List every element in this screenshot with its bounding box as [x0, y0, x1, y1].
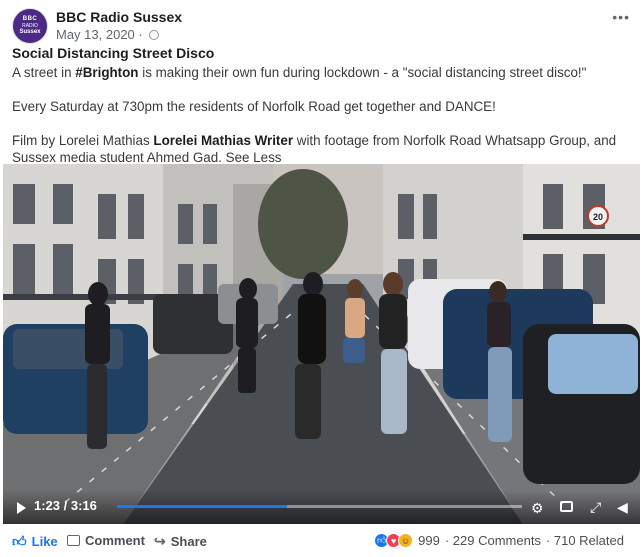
like-button[interactable]: 👍︎ Like — [12, 533, 58, 550]
hashtag-link[interactable]: #Brighton — [75, 65, 138, 80]
related-count[interactable]: · 710 Related — [546, 533, 624, 548]
see-less-link[interactable]: See Less — [226, 150, 282, 165]
post-text-line-1-start: A street in — [12, 65, 76, 80]
fullscreen-icon[interactable]: ⤢ — [590, 499, 601, 516]
post-text-line-1-end: is making their own fun during lockdown … — [138, 65, 587, 80]
thumbs-up-icon: 👍︎ — [12, 533, 27, 549]
road-sign-label: 20 — [593, 212, 603, 222]
post-stats: 👍︎ ♥ ☺ 999 · 229 Comments · 710 Related — [374, 533, 624, 548]
avatar-logo-sussex: Sussex — [19, 29, 41, 35]
comment-label: Comment — [85, 533, 145, 548]
comment-icon — [67, 535, 80, 546]
post-text-line-3: Film by Lorelei Mathias Lorelei Mathias … — [12, 132, 632, 166]
post-text: A street in #Brighton is making their ow… — [12, 64, 632, 166]
video-player[interactable]: 20 1:23 / 3:16 ⚙ ⤢ ◀ — [3, 164, 640, 524]
post-title: Social Distancing Street Disco — [12, 45, 215, 61]
progress-bar[interactable] — [117, 505, 522, 508]
video-controls: 1:23 / 3:16 ⚙ ⤢ ◀ — [3, 490, 640, 524]
share-button[interactable]: ↪ Share — [154, 533, 207, 550]
post-text-line-1: A street in #Brighton is making their ow… — [12, 64, 632, 81]
post-text-line-3-start: Film by Lorelei Mathias — [12, 133, 154, 148]
post-date-text[interactable]: May 13, 2020 · — [56, 27, 143, 42]
like-label: Like — [31, 534, 58, 549]
globe-icon — [148, 29, 159, 40]
more-options-icon[interactable]: ••• — [612, 9, 630, 25]
reactions-count[interactable]: 999 — [418, 533, 440, 548]
post-header: BBC RADIO Sussex BBC Radio Sussex May 13… — [12, 7, 630, 47]
post-date[interactable]: May 13, 2020 · — [56, 27, 159, 42]
video-time: 1:23 / 3:16 — [34, 498, 97, 513]
avatar-logo-bbc: BBC — [22, 16, 38, 22]
page-name-link[interactable]: BBC Radio Sussex — [56, 9, 182, 25]
credit-link[interactable]: Lorelei Mathias Writer — [153, 133, 293, 148]
share-label: Share — [170, 534, 207, 549]
comments-count[interactable]: · 229 Comments — [445, 533, 541, 548]
gear-icon[interactable]: ⚙ — [531, 500, 544, 517]
action-bar: 👍︎ Like Comment ↪ Share 👍︎ ♥ ☺ 999 · 229… — [12, 530, 630, 552]
avatar[interactable]: BBC RADIO Sussex — [12, 8, 48, 44]
play-icon[interactable] — [17, 502, 26, 514]
video-frame: 20 — [3, 164, 640, 524]
progress-fill — [117, 505, 288, 508]
picture-in-picture-icon[interactable] — [560, 501, 573, 512]
post-text-line-2: Every Saturday at 730pm the residents of… — [12, 99, 496, 114]
reactions[interactable]: 👍︎ ♥ ☺ — [374, 533, 414, 548]
haha-reaction-icon: ☺ — [398, 533, 414, 548]
share-icon: ↪ — [154, 533, 166, 549]
comment-button[interactable]: Comment — [67, 533, 145, 548]
volume-icon[interactable]: ◀ — [617, 499, 628, 516]
